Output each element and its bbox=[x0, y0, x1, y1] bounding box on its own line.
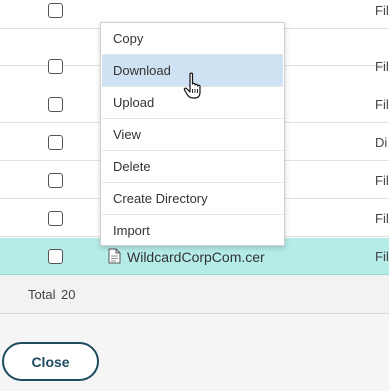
type-cell: Fil bbox=[375, 3, 389, 18]
type-cell: Fil bbox=[375, 173, 389, 188]
close-button[interactable]: Close bbox=[2, 342, 99, 381]
hand-pointer-icon bbox=[183, 72, 201, 99]
row-checkbox[interactable] bbox=[48, 173, 63, 188]
menu-item-delete[interactable]: Delete bbox=[102, 151, 283, 182]
menu-item-import[interactable]: Import bbox=[102, 215, 283, 246]
type-cell: Fil bbox=[375, 249, 389, 264]
table-footer: Total 20 bbox=[0, 275, 389, 314]
context-menu: Copy Download Upload View Delete Create … bbox=[100, 22, 285, 246]
file-name[interactable]: WildcardCorpCom.cer bbox=[127, 249, 265, 265]
row-checkbox[interactable] bbox=[48, 249, 63, 264]
row-checkbox[interactable] bbox=[48, 135, 63, 150]
file-icon bbox=[108, 248, 121, 264]
menu-item-copy[interactable]: Copy bbox=[102, 23, 283, 54]
row-checkbox[interactable] bbox=[48, 211, 63, 226]
type-cell: Fil bbox=[375, 97, 389, 112]
menu-item-create-directory[interactable]: Create Directory bbox=[102, 183, 283, 214]
type-cell: Fil bbox=[375, 211, 389, 226]
row-checkbox[interactable] bbox=[48, 59, 63, 74]
total-count: 20 bbox=[61, 287, 76, 302]
row-checkbox[interactable] bbox=[48, 97, 63, 112]
total-label: Total bbox=[28, 287, 56, 302]
type-cell: Di bbox=[375, 135, 388, 150]
row-checkbox[interactable] bbox=[48, 3, 63, 18]
type-cell: Fil bbox=[375, 59, 389, 74]
menu-item-view[interactable]: View bbox=[102, 119, 283, 150]
